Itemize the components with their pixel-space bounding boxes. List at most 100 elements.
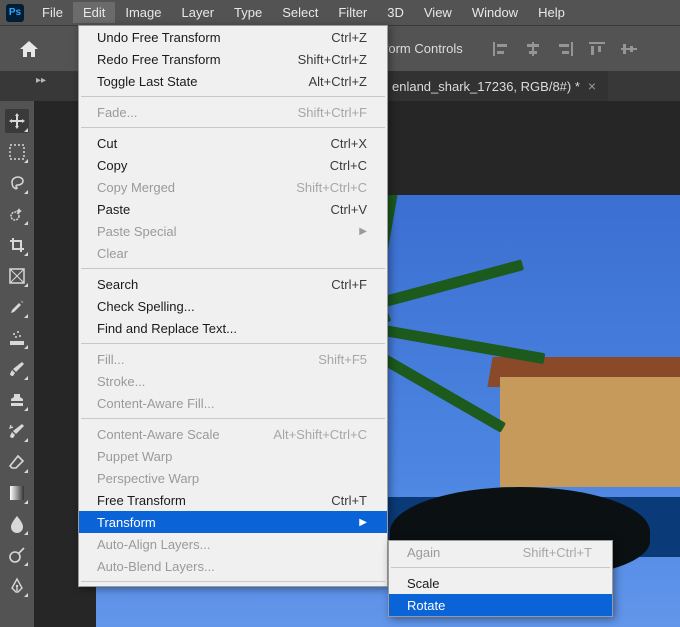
submenu-arrow-icon: ▶ xyxy=(359,226,367,237)
menu-item-shortcut: Shift+Ctrl+C xyxy=(296,180,367,195)
edit-menu-perspective-warp: Perspective Warp xyxy=(79,467,387,489)
edit-menu-copy-merged: Copy Merged Shift+Ctrl+C xyxy=(79,176,387,198)
menu-item-shortcut: Ctrl+X xyxy=(331,136,367,151)
edit-menu-separator xyxy=(81,127,385,128)
edit-menu-free-transform[interactable]: Free Transform Ctrl+T xyxy=(79,489,387,511)
crop-tool[interactable] xyxy=(5,233,29,257)
panel-expander-icon[interactable]: ▸▸ xyxy=(36,75,46,86)
edit-menu-toggle-last-state[interactable]: Toggle Last StateAlt+Ctrl+Z xyxy=(79,70,387,92)
pen-tool[interactable] xyxy=(5,574,29,598)
menu-3d[interactable]: 3D xyxy=(377,2,414,23)
align-center-h-icon[interactable] xyxy=(519,37,547,61)
edit-menu-paste-special: Paste Special ▶ xyxy=(79,220,387,242)
edit-menu-separator xyxy=(81,96,385,97)
edit-menu-transform[interactable]: Transform ▶ xyxy=(79,511,387,533)
edit-menu-auto-blend-layers: Auto-Blend Layers... xyxy=(79,555,387,577)
align-right-icon[interactable] xyxy=(551,37,579,61)
menu-item-label: Check Spelling... xyxy=(97,299,195,314)
close-icon[interactable]: × xyxy=(588,78,596,94)
menu-item-label: Paste Special xyxy=(97,224,177,239)
menu-layer[interactable]: Layer xyxy=(172,2,225,23)
menu-item-label: Free Transform xyxy=(97,493,186,508)
menu-item-label: Search xyxy=(97,277,138,292)
edit-menu-separator xyxy=(81,268,385,269)
edit-menu-check-spelling[interactable]: Check Spelling... xyxy=(79,295,387,317)
menu-item-label: Cut xyxy=(97,136,117,151)
lasso-tool[interactable] xyxy=(5,171,29,195)
edit-menu-find-and-replace-text[interactable]: Find and Replace Text... xyxy=(79,317,387,339)
menu-item-label: Again xyxy=(407,545,440,560)
dodge-tool[interactable] xyxy=(5,543,29,567)
menu-item-shortcut: Alt+Shift+Ctrl+C xyxy=(273,427,367,442)
brush-tool[interactable] xyxy=(5,357,29,381)
menu-item-shortcut: Shift+Ctrl+T xyxy=(523,545,592,560)
submenu-arrow-icon: ▶ xyxy=(359,517,367,528)
edit-menu-separator xyxy=(81,343,385,344)
edit-menu-search[interactable]: Search Ctrl+F xyxy=(79,273,387,295)
edit-menu-undo-free-transform[interactable]: Undo Free TransformCtrl+Z xyxy=(79,26,387,48)
menu-select[interactable]: Select xyxy=(272,2,328,23)
menu-item-label: Transform xyxy=(97,515,156,530)
menu-image[interactable]: Image xyxy=(115,2,171,23)
clone-stamp-tool[interactable] xyxy=(5,388,29,412)
edit-menu-content-aware-scale: Content-Aware Scale Alt+Shift+Ctrl+C xyxy=(79,423,387,445)
marquee-tool[interactable] xyxy=(5,140,29,164)
edit-menu-redo-free-transform[interactable]: Redo Free TransformShift+Ctrl+Z xyxy=(79,48,387,70)
menu-item-shortcut: Ctrl+T xyxy=(331,493,367,508)
frame-tool[interactable] xyxy=(5,264,29,288)
align-top-icon[interactable] xyxy=(583,37,611,61)
edit-menu-cut[interactable]: Cut Ctrl+X xyxy=(79,132,387,154)
edit-menu-paste[interactable]: PasteCtrl+V xyxy=(79,198,387,220)
menu-file[interactable]: File xyxy=(32,2,73,23)
blur-tool[interactable] xyxy=(5,512,29,536)
move-tool[interactable] xyxy=(5,109,29,133)
edit-menu-clear: Clear xyxy=(79,242,387,264)
quick-selection-tool[interactable] xyxy=(5,202,29,226)
align-icon-group xyxy=(487,37,643,61)
history-brush-tool[interactable] xyxy=(5,419,29,443)
menu-item-label: Fade... xyxy=(97,105,137,120)
menu-item-label: Perspective Warp xyxy=(97,471,199,486)
eraser-tool[interactable] xyxy=(5,450,29,474)
document-tab[interactable]: enland_shark_17236, RGB/8#) * × xyxy=(380,71,608,101)
eyedropper-tool[interactable] xyxy=(5,295,29,319)
align-center-v-icon[interactable] xyxy=(615,37,643,61)
menu-item-shortcut: Ctrl+F xyxy=(331,277,367,292)
transform-submenu-rotate[interactable]: Rotate xyxy=(389,594,612,616)
edit-menu-fade: Fade... Shift+Ctrl+F xyxy=(79,101,387,123)
healing-brush-tool[interactable] xyxy=(5,326,29,350)
menu-item-shortcut: Ctrl+V xyxy=(331,202,367,217)
edit-menu-separator xyxy=(81,418,385,419)
edit-menu-content-aware-fill: Content-Aware Fill... xyxy=(79,392,387,414)
menu-item-shortcut: Shift+F5 xyxy=(318,352,367,367)
menu-edit[interactable]: Edit xyxy=(73,2,115,23)
menu-item-shortcut: Alt+Ctrl+Z xyxy=(308,74,367,89)
menu-item-label: Content-Aware Fill... xyxy=(97,396,215,411)
transform-submenu-scale[interactable]: Scale xyxy=(389,572,612,594)
menu-filter[interactable]: Filter xyxy=(328,2,377,23)
menu-item-label: Clear xyxy=(97,246,128,261)
edit-menu-separator xyxy=(81,581,385,582)
align-left-icon[interactable] xyxy=(487,37,515,61)
menu-item-label: Puppet Warp xyxy=(97,449,172,464)
menu-item-label: Find and Replace Text... xyxy=(97,321,237,336)
menu-item-shortcut: Shift+Ctrl+F xyxy=(298,105,367,120)
gradient-tool[interactable] xyxy=(5,481,29,505)
menu-item-label: Copy Merged xyxy=(97,180,175,195)
menu-window[interactable]: Window xyxy=(462,2,528,23)
menu-item-label: Auto-Align Layers... xyxy=(97,537,210,552)
edit-menu-auto-align-layers: Auto-Align Layers... xyxy=(79,533,387,555)
home-button[interactable] xyxy=(14,34,44,64)
menu-item-label: Redo Free Transform xyxy=(97,52,221,67)
menu-item-label: Stroke... xyxy=(97,374,145,389)
app-logo: Ps xyxy=(6,4,24,22)
menu-help[interactable]: Help xyxy=(528,2,575,23)
menu-item-label: Scale xyxy=(407,576,440,591)
tools-panel xyxy=(0,101,34,627)
document-tab-title: enland_shark_17236, RGB/8#) * xyxy=(392,79,580,94)
menubar: Ps FileEditImageLayerTypeSelectFilter3DV… xyxy=(0,0,680,25)
menu-type[interactable]: Type xyxy=(224,2,272,23)
menu-item-label: Content-Aware Scale xyxy=(97,427,220,442)
edit-menu-copy[interactable]: CopyCtrl+C xyxy=(79,154,387,176)
menu-view[interactable]: View xyxy=(414,2,462,23)
